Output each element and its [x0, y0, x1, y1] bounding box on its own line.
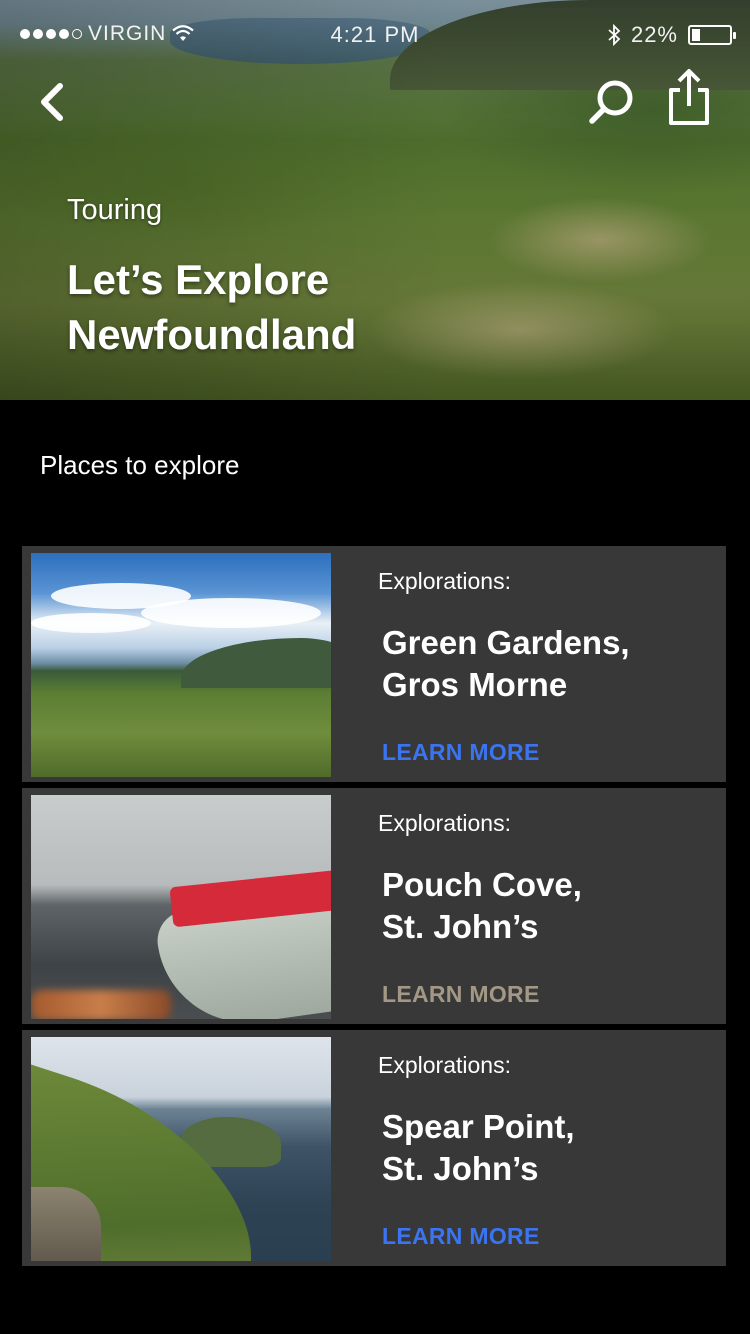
place-image [31, 1037, 331, 1261]
share-button[interactable] [664, 66, 714, 128]
chevron-left-icon [41, 83, 63, 121]
status-bar: VIRGIN 4:21 PM 22% [0, 0, 750, 47]
back-button[interactable] [34, 80, 74, 124]
search-icon [589, 80, 633, 124]
status-right: 22% [607, 22, 736, 48]
hero-kicker: Touring [67, 194, 163, 226]
page-title-line2: Newfoundland [67, 311, 357, 358]
place-name-line2: St. John’s [382, 1150, 539, 1187]
place-label: Explorations: [378, 1052, 511, 1078]
learn-more-link[interactable]: LEARN MORE [382, 1223, 540, 1250]
place-name: Green Gardens, Gros Morne [382, 622, 702, 706]
learn-more-link[interactable]: LEARN MORE [382, 739, 540, 766]
learn-more-link[interactable]: LEARN MORE [382, 981, 540, 1008]
page-title-line1: Let’s Explore [67, 256, 330, 303]
place-name-line2: St. John’s [382, 908, 539, 945]
battery-icon [688, 25, 736, 45]
search-button[interactable] [586, 76, 638, 128]
place-label: Explorations: [378, 810, 511, 836]
place-image [31, 795, 331, 1019]
bluetooth-icon [608, 24, 621, 46]
place-name-line1: Pouch Cove, [382, 866, 582, 903]
place-image [31, 553, 331, 777]
section-title: Places to explore [40, 450, 240, 480]
page-title: Let’s Explore Newfoundland [67, 252, 587, 362]
place-card[interactable]: Explorations: Green Gardens, Gros Morne … [22, 546, 726, 782]
place-name-line2: Gros Morne [382, 666, 568, 703]
share-icon [669, 69, 709, 125]
place-name-line1: Spear Point, [382, 1108, 575, 1145]
place-name-line1: Green Gardens, [382, 624, 630, 661]
place-name: Pouch Cove, St. John’s [382, 864, 702, 948]
place-name: Spear Point, St. John’s [382, 1106, 702, 1190]
place-card[interactable]: Explorations: Spear Point, St. John’s LE… [22, 1030, 726, 1266]
place-card[interactable]: Explorations: Pouch Cove, St. John’s LEA… [22, 788, 726, 1024]
place-label: Explorations: [378, 568, 511, 594]
battery-percent: 22% [630, 22, 678, 47]
